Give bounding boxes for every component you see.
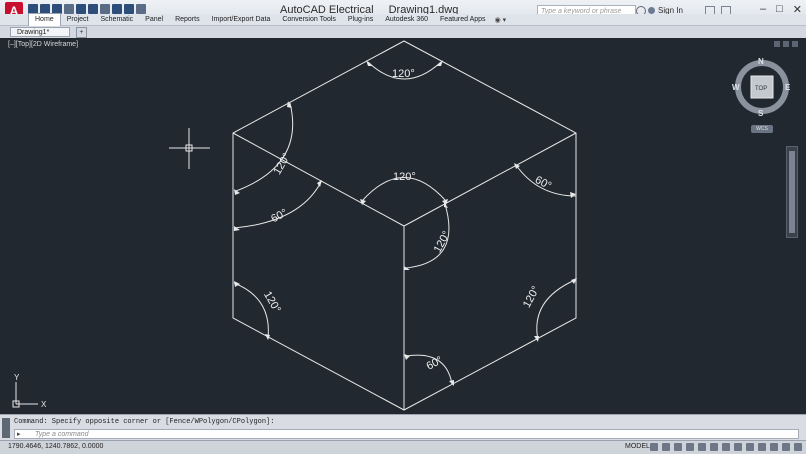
- lineweight-icon[interactable]: [722, 443, 730, 451]
- tab-reports[interactable]: Reports: [169, 14, 206, 26]
- isolate-icon[interactable]: [770, 443, 778, 451]
- angle-label-top: 120°: [392, 68, 415, 80]
- workspace-icon[interactable]: [124, 4, 134, 14]
- viewport-maximize-icon[interactable]: [783, 41, 789, 47]
- angle-label-left-mid: 60°: [269, 207, 289, 225]
- saveas-icon[interactable]: [64, 4, 74, 14]
- lock-icon[interactable]: [758, 443, 766, 451]
- command-line-grip[interactable]: [2, 418, 10, 438]
- snap-icon[interactable]: [662, 443, 670, 451]
- ribbon-toggle-icon[interactable]: ◉ ▾: [492, 16, 510, 24]
- viewcube-north[interactable]: N: [758, 57, 764, 66]
- wcs-menu-button[interactable]: WCS: [751, 125, 773, 133]
- viewcube-face-label[interactable]: TOP: [755, 86, 767, 92]
- angle-label-right-bottom: 120°: [521, 284, 542, 310]
- ribbon-tabs: Home Project Schematic Panel Reports Imp…: [0, 13, 806, 26]
- status-toggles: [650, 443, 806, 451]
- viewport-minimize-icon[interactable]: [774, 41, 780, 47]
- viewcube-south[interactable]: S: [758, 109, 764, 118]
- navigation-bar-handle[interactable]: [789, 151, 795, 233]
- coordinate-readout[interactable]: 1790.4646, 1240.7862, 0.0000: [8, 443, 103, 450]
- cube-edge-left: [232, 132, 405, 227]
- command-line: Command: Specify opposite corner or [Fen…: [0, 414, 806, 441]
- angle-arc-right-bottom: [536, 279, 576, 341]
- command-input-placeholder: Type a command: [35, 431, 89, 438]
- viewcube-west[interactable]: W: [732, 83, 740, 92]
- angle-label-bottom: 60°: [425, 354, 445, 372]
- tab-plug-ins[interactable]: Plug-ins: [342, 14, 379, 26]
- status-bar: 1790.4646, 1240.7862, 0.0000 MODEL: [0, 440, 806, 454]
- tab-home[interactable]: Home: [28, 13, 61, 26]
- ucs-x-label: X: [41, 400, 47, 409]
- angle-arc-left-bottom: [233, 282, 269, 339]
- annotation-scale-icon[interactable]: [734, 443, 742, 451]
- viewport-close-icon[interactable]: [792, 41, 798, 47]
- angle-label-center-right: 120°: [432, 229, 453, 255]
- drawing-svg: 120° 120° 120° 60° 60° 120° 60° 120° 120…: [12, 40, 791, 411]
- new-tab-button[interactable]: +: [76, 27, 87, 38]
- tab-project[interactable]: Project: [61, 14, 95, 26]
- match-icon[interactable]: [112, 4, 122, 14]
- tab-conversion-tools[interactable]: Conversion Tools: [276, 14, 342, 26]
- model-space-button[interactable]: MODEL: [625, 443, 650, 450]
- redo-icon[interactable]: [88, 4, 98, 14]
- ortho-icon[interactable]: [674, 443, 682, 451]
- hardware-accel-icon[interactable]: [782, 443, 790, 451]
- angle-label-right-top: 60°: [533, 174, 553, 192]
- drawing-canvas[interactable]: 120° 120° 120° 60° 60° 120° 60° 120° 120…: [0, 38, 806, 414]
- crosshair-cursor: [169, 128, 210, 169]
- tab-panel[interactable]: Panel: [139, 14, 169, 26]
- print-icon[interactable]: [100, 4, 110, 14]
- file-tab-drawing1[interactable]: Drawing1*: [10, 27, 70, 37]
- tab-autodesk-360[interactable]: Autodesk 360: [379, 14, 434, 26]
- viewcube-east[interactable]: E: [785, 83, 791, 92]
- tab-schematic[interactable]: Schematic: [94, 14, 139, 26]
- otrack-icon[interactable]: [710, 443, 718, 451]
- angle-label-left-bottom: 120°: [261, 289, 283, 315]
- ucs-y-label: Y: [14, 373, 20, 382]
- clean-screen-icon[interactable]: [794, 443, 802, 451]
- navigation-bar[interactable]: [786, 146, 798, 238]
- tab-import-export[interactable]: Import/Export Data: [206, 14, 277, 26]
- command-input[interactable]: ▸ Type a command: [14, 429, 799, 439]
- osnap-icon[interactable]: [698, 443, 706, 451]
- workspace-switch-icon[interactable]: [746, 443, 754, 451]
- ucs-icon: [12, 382, 38, 408]
- viewport-window-controls: [774, 41, 798, 47]
- undo-icon[interactable]: [76, 4, 86, 14]
- qat-dropdown-icon[interactable]: [136, 4, 146, 14]
- grid-icon[interactable]: [650, 443, 658, 451]
- command-prompt-icon: ▸: [17, 431, 21, 438]
- polar-icon[interactable]: [686, 443, 694, 451]
- viewport-controls-label[interactable]: [–][Top][2D Wireframe]: [8, 41, 78, 48]
- tab-featured-apps[interactable]: Featured Apps: [434, 14, 492, 26]
- command-history: Command: Specify opposite corner or [Fen…: [14, 418, 275, 426]
- angle-label-center: 120°: [393, 171, 416, 183]
